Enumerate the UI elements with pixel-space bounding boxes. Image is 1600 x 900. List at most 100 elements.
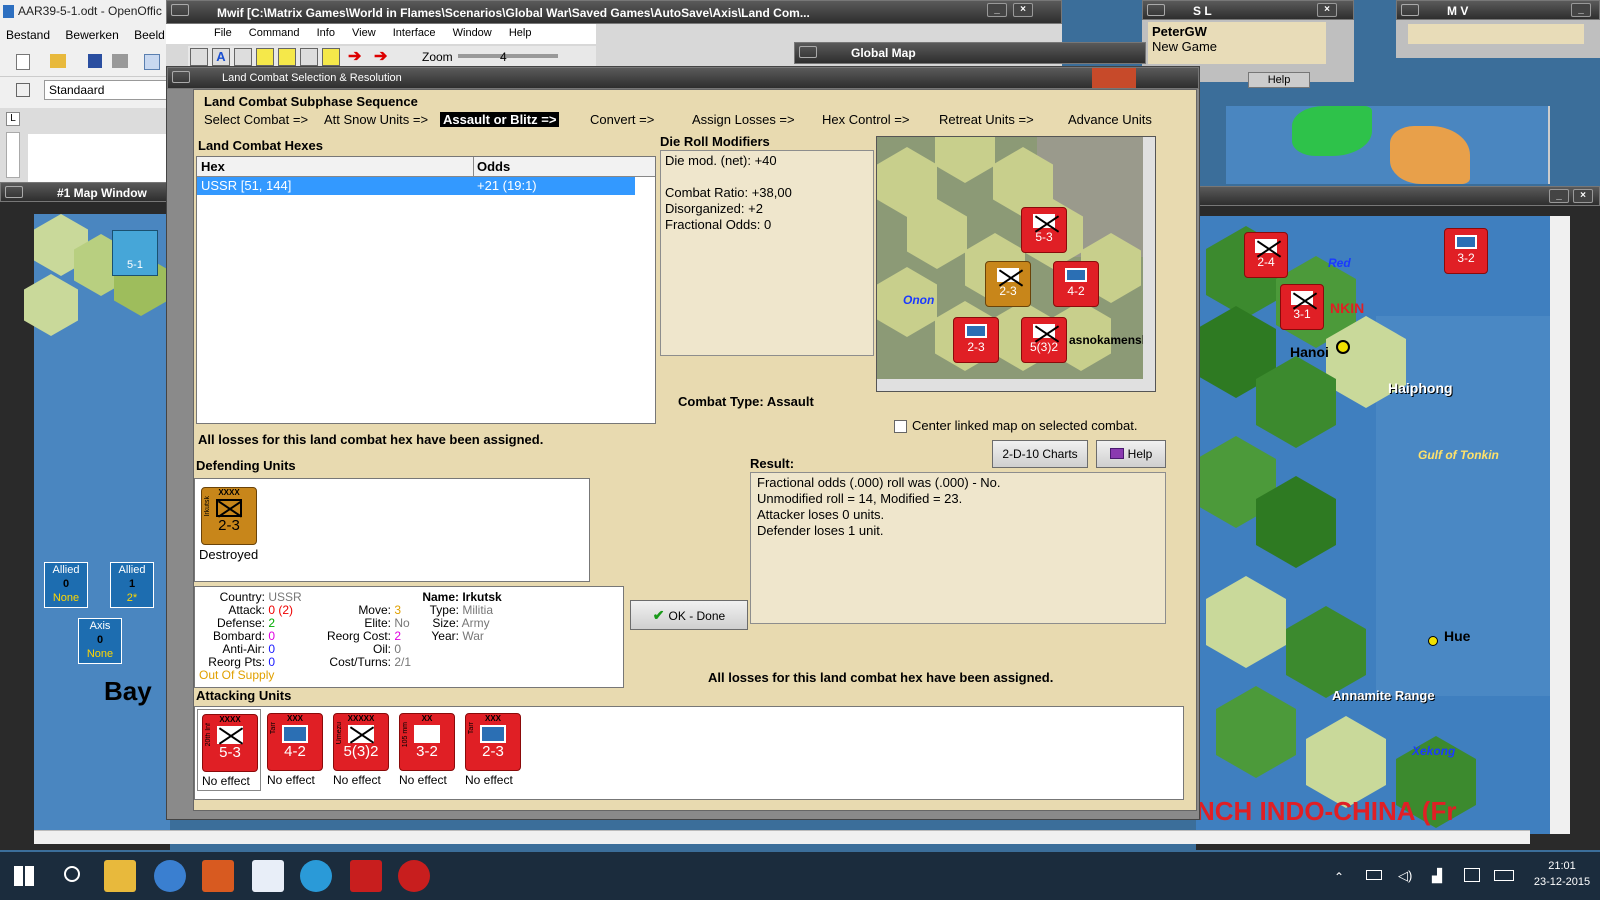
arrow-right-icon[interactable]: ➔ (374, 48, 394, 66)
game-launcher-icon[interactable] (202, 860, 234, 892)
minimize-button[interactable]: _ (1571, 3, 1591, 17)
attacker-counter[interactable]: XXXX 20th Inf 5-3 (202, 714, 258, 772)
save-icon[interactable] (88, 54, 102, 68)
land-hex[interactable] (1206, 576, 1286, 668)
map-horizontal-scrollbar[interactable] (34, 830, 1530, 844)
aircraft-icon[interactable] (190, 48, 208, 66)
attacker-slot[interactable]: XX 105 mm 3-2 No effect (395, 709, 459, 791)
pdf-reader-icon[interactable] (350, 860, 382, 892)
window-menu-icon[interactable] (799, 46, 817, 58)
minimize-button[interactable]: _ (987, 3, 1007, 17)
col-odds[interactable]: Odds (477, 159, 510, 174)
tab-stop-icon[interactable]: L (6, 112, 20, 126)
browser-icon[interactable] (300, 860, 332, 892)
volume-icon[interactable]: ◁) (1398, 868, 1412, 884)
minimap-hscroll[interactable] (877, 379, 1143, 391)
combat-minimap[interactable]: 5-3 2-3 4-2 2-3 5(3)2 Onon asnokamensl (876, 136, 1156, 392)
window-menu-icon[interactable] (1147, 4, 1165, 16)
minimap-counter[interactable]: 5(3)2 (1021, 317, 1067, 363)
styles-icon[interactable] (16, 83, 30, 97)
tray-chevron-icon[interactable]: ⌃ (1334, 870, 1344, 884)
center-map-checkbox[interactable] (894, 420, 907, 433)
close-button[interactable]: × (1013, 3, 1033, 17)
menu-help[interactable]: Help (509, 27, 532, 39)
map2-vertical-scrollbar[interactable] (1550, 216, 1570, 834)
menu-bestand[interactable]: Bestand (6, 28, 50, 42)
menu-view[interactable]: View (352, 27, 376, 39)
window-menu-icon[interactable] (1401, 4, 1419, 16)
thunderbird-icon[interactable] (154, 860, 186, 892)
allied-box-2[interactable]: Allied 1 2* (110, 562, 154, 608)
edit-icon[interactable] (144, 54, 160, 70)
axis-box[interactable]: Axis 0 None (78, 618, 122, 664)
attacker-counter[interactable]: XXXXX Umezu 5(3)2 (333, 713, 389, 771)
mwif-task-icon[interactable] (398, 860, 430, 892)
allied-box-1[interactable]: Allied 0 None (44, 562, 88, 608)
global-map-help-button[interactable]: Help (1248, 72, 1310, 88)
attacker-counter[interactable]: XXX Tarr 2-3 (465, 713, 521, 771)
open-icon[interactable] (50, 54, 66, 68)
clock[interactable]: 21:01 23-12-2015 (1530, 858, 1594, 890)
arrow-left-icon[interactable]: ➔ (348, 48, 368, 66)
minimap-counter[interactable]: 2-3 (953, 317, 999, 363)
close-button[interactable]: × (1317, 3, 1337, 17)
attacker-slot[interactable]: XXXXX Umezu 5(3)2 No effect (329, 709, 393, 791)
dialog-close-button[interactable] (1092, 68, 1136, 88)
table-row[interactable]: USSR [51, 144] +21 (19:1) (197, 177, 635, 195)
attacker-counter[interactable]: XXX Tarr 4-2 (267, 713, 323, 771)
hanoi-city-icon[interactable] (1336, 340, 1350, 354)
minimap-defender-counter[interactable]: 2-3 (985, 261, 1031, 307)
menu-interface[interactable]: Interface (393, 27, 436, 39)
writer-task-icon[interactable] (252, 860, 284, 892)
window-menu-icon[interactable] (5, 186, 23, 198)
menu-command[interactable]: Command (249, 27, 300, 39)
unit-icon[interactable] (234, 48, 252, 66)
hex[interactable] (935, 137, 995, 183)
network-icon[interactable]: ▟ (1432, 868, 1442, 884)
minimize-button[interactable]: _ (1549, 189, 1569, 203)
keyboard-icon[interactable] (1494, 870, 1514, 881)
unit-counter[interactable]: 2-4 (1244, 232, 1288, 278)
flag-icon[interactable] (322, 48, 340, 66)
file-explorer-icon[interactable] (104, 860, 136, 892)
unit-counter[interactable]: 3-2 (1444, 228, 1488, 274)
attacker-slot[interactable]: XXXX 20th Inf 5-3 No effect (197, 709, 261, 791)
menu-info[interactable]: Info (317, 27, 335, 39)
paragraph-style-select[interactable]: Standaard (44, 80, 170, 100)
land-hex[interactable] (1286, 606, 1366, 698)
minimap-counter[interactable]: 5-3 (1021, 207, 1067, 253)
menu-window[interactable]: Window (453, 27, 492, 39)
zoom-slider[interactable] (458, 54, 558, 58)
unit-counter[interactable]: 3-1 (1280, 284, 1324, 330)
attacker-counter[interactable]: XX 105 mm 3-2 (399, 713, 455, 771)
land-hex[interactable] (24, 274, 78, 336)
menu-file[interactable]: File (214, 27, 232, 39)
menu-bewerken[interactable]: Bewerken (65, 28, 118, 42)
search-icon[interactable] (64, 866, 80, 882)
minimap-counter[interactable]: 4-2 (1053, 261, 1099, 307)
battery-icon[interactable] (1366, 870, 1382, 880)
menu-beeld[interactable]: Beeld (134, 28, 165, 42)
defender-counter[interactable]: XXXX Irkutsk 2-3 (201, 487, 257, 545)
window-menu-icon[interactable] (171, 4, 189, 16)
land-hex[interactable] (1306, 716, 1386, 808)
attacker-slot[interactable]: XXX Tarr 4-2 No effect (263, 709, 327, 791)
notifications-icon[interactable] (1464, 868, 1480, 882)
note-icon[interactable] (300, 48, 318, 66)
ok-done-button[interactable]: ✔ OK - Done (630, 600, 748, 630)
hue-city-icon[interactable] (1428, 636, 1438, 646)
air-mission-icon[interactable]: A (212, 48, 230, 66)
minimap-vscroll[interactable] (1143, 137, 1155, 391)
attacker-slot[interactable]: XXX Tarr 2-3 No effect (461, 709, 525, 791)
close-button[interactable]: × (1573, 189, 1593, 203)
start-windows-icon[interactable] (14, 866, 34, 886)
land-hex[interactable] (1216, 686, 1296, 778)
naval-counter[interactable]: 5-1 (112, 230, 158, 276)
help-button[interactable]: Help (1096, 440, 1166, 468)
print-icon[interactable] (112, 54, 128, 68)
global-map-scrollbar[interactable] (1548, 106, 1550, 184)
col-hex[interactable]: Hex (201, 159, 225, 174)
charts-button[interactable]: 2-D-10 Charts (992, 440, 1088, 468)
window-menu-icon[interactable] (172, 71, 190, 83)
stack-icon[interactable] (278, 48, 296, 66)
